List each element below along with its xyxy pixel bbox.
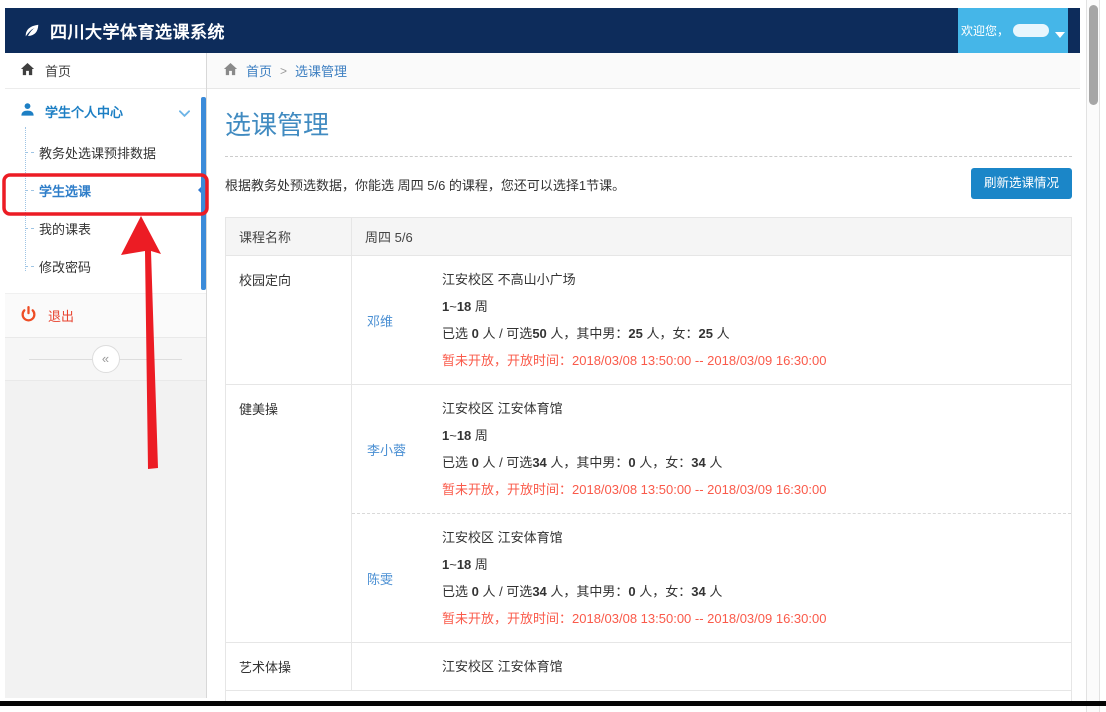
sidebar-item-logout[interactable]: 退出	[5, 293, 206, 337]
session-weeks: 1~18 周	[442, 551, 1071, 578]
brand: 四川大学体育选课系统	[5, 18, 225, 43]
sidebar-subitems: 教务处选课预排数据学生选课我的课表修改密码	[5, 133, 206, 285]
teacher-link[interactable]: 邓维	[367, 311, 393, 330]
session-open-status: 暂未开放，开放时间：2018/03/08 13:50:00 -- 2018/03…	[442, 605, 1071, 632]
main-panel: 首页 > 选课管理 选课管理 根据教务处预选数据，你能选 周四 5/6 的课程，…	[207, 53, 1080, 701]
app-header: 四川大学体育选课系统 欢迎您，	[5, 8, 1080, 53]
table-header-slot: 周四 5/6	[351, 218, 1071, 255]
sidebar-item-active[interactable]: 学生选课	[5, 171, 206, 209]
table-header-course: 课程名称	[226, 218, 351, 255]
session-weeks: 1~18 周	[442, 422, 1071, 449]
sidebar-item[interactable]: 我的课表	[5, 209, 206, 247]
session-open-status: 暂未开放，开放时间：2018/03/08 13:50:00 -- 2018/03…	[442, 347, 1071, 374]
sidebar-item-label: 修改密码	[39, 257, 91, 276]
page-scrollbar-track[interactable]	[1086, 0, 1100, 712]
refresh-selection-button[interactable]: 刷新选课情况	[971, 168, 1072, 199]
sidebar-item-label: 学生选课	[39, 181, 91, 200]
session-open-status: 暂未开放，开放时间：2018/03/08 13:50:00 -- 2018/03…	[442, 476, 1071, 503]
logout-label: 退出	[48, 306, 74, 325]
sidebar-section-student-center[interactable]: 学生个人中心	[5, 89, 206, 133]
course-table: 课程名称 周四 5/6 校园定向邓维江安校区 不高山小广场1~18 周已选 0 …	[225, 217, 1072, 706]
user-icon	[20, 102, 35, 120]
sidebar-item-label: 教务处选课预排数据	[39, 143, 156, 162]
breadcrumb-home-link[interactable]: 首页	[246, 61, 272, 80]
user-name-redacted	[1013, 24, 1049, 37]
breadcrumb-separator: >	[280, 64, 287, 78]
sidebar-section-label: 学生个人中心	[45, 102, 123, 121]
sidebar-collapse-button[interactable]: «	[92, 345, 120, 373]
sidebar-item[interactable]: 教务处选课预排数据	[5, 133, 206, 171]
session-location: 江安校区 江安体育馆	[442, 524, 1071, 551]
breadcrumb: 首页 > 选课管理	[207, 53, 1080, 89]
power-icon	[20, 306, 37, 326]
session-location: 江安校区 江安体育馆	[442, 395, 1071, 422]
course-name: 艺术体操	[226, 643, 351, 690]
teacher-cell: 陈雯	[352, 524, 442, 632]
course-session: 邓维 江安校区 不高山小广场1~18 周已选 0 人 / 可选50 人，其中男：2…	[352, 256, 1071, 384]
session-details: 江安校区 江安体育馆	[442, 653, 1071, 680]
app-title: 四川大学体育选课系统	[50, 18, 225, 43]
page-scrollbar-thumb[interactable]	[1089, 5, 1098, 105]
course-session: 江安校区 江安体育馆	[352, 643, 1071, 690]
course-sessions-cell: 李小蓉江安校区 江安体育馆1~18 周已选 0 人 / 可选34 人，其中男：0…	[351, 385, 1071, 642]
chevron-down-icon	[1055, 32, 1065, 38]
teacher-cell: 邓维	[352, 266, 442, 374]
course-sessions-cell: 邓维 江安校区 不高山小广场1~18 周已选 0 人 / 可选50 人，其中男：2…	[351, 256, 1071, 384]
session-enrollment: 已选 0 人 / 可选34 人，其中男：0 人，女：34 人	[442, 578, 1071, 605]
table-header-row: 课程名称 周四 5/6	[226, 218, 1071, 256]
sidebar-collapse-band: «	[5, 337, 206, 381]
course-session: 陈雯 江安校区 江安体育馆1~18 周已选 0 人 / 可选34 人，其中男：0 …	[352, 513, 1071, 642]
session-location: 江安校区 不高山小广场	[442, 266, 1071, 293]
table-row: 健美操李小蓉江安校区 江安体育馆1~18 周已选 0 人 / 可选34 人，其中…	[226, 385, 1071, 643]
course-sessions-cell: 江安校区 江安体育馆	[351, 643, 1071, 690]
screen-bottom-edge	[0, 701, 1106, 706]
sidebar-item-home[interactable]: 首页	[5, 53, 206, 89]
teacher-cell: 李小蓉	[352, 395, 442, 503]
breadcrumb-current: 选课管理	[295, 61, 347, 80]
course-name: 健美操	[226, 385, 351, 642]
page-title: 选课管理	[225, 105, 1072, 142]
sidebar-scrollbar[interactable]	[201, 97, 206, 290]
session-details: 江安校区 江安体育馆1~18 周已选 0 人 / 可选34 人，其中男：0 人，…	[442, 524, 1071, 632]
session-details: 江安校区 不高山小广场1~18 周已选 0 人 / 可选50 人，其中男：25 …	[442, 266, 1071, 374]
chevron-down-icon	[179, 106, 190, 121]
leaf-logo-icon	[23, 22, 41, 40]
table-row: 艺术体操 江安校区 江安体育馆	[226, 643, 1071, 691]
sidebar-item-label: 首页	[45, 61, 71, 80]
course-session: 李小蓉 江安校区 江安体育馆1~18 周已选 0 人 / 可选34 人，其中男：0…	[352, 385, 1071, 513]
sidebar-item-label: 我的课表	[39, 219, 91, 238]
home-icon	[20, 62, 35, 80]
session-location: 江安校区 江安体育馆	[442, 653, 1071, 680]
teacher-link[interactable]: 陈雯	[367, 569, 393, 588]
course-table-body: 校园定向邓维江安校区 不高山小广场1~18 周已选 0 人 / 可选50 人，其…	[226, 256, 1071, 691]
teacher-link[interactable]: 李小蓉	[367, 440, 406, 459]
sidebar-empty-area	[5, 381, 206, 698]
session-enrollment: 已选 0 人 / 可选34 人，其中男：0 人，女：34 人	[442, 449, 1071, 476]
sidebar-item[interactable]: 修改密码	[5, 247, 206, 285]
user-menu[interactable]: 欢迎您，	[958, 8, 1068, 53]
teacher-cell	[352, 653, 442, 680]
session-details: 江安校区 江安体育馆1~18 周已选 0 人 / 可选34 人，其中男：0 人，…	[442, 395, 1071, 503]
home-icon	[223, 62, 238, 80]
session-enrollment: 已选 0 人 / 可选50 人，其中男：25 人，女：25 人	[442, 320, 1071, 347]
content-area: 选课管理 根据教务处预选数据，你能选 周四 5/6 的课程，您还可以选择1节课。…	[225, 89, 1072, 701]
session-weeks: 1~18 周	[442, 293, 1071, 320]
divider	[225, 156, 1072, 157]
sidebar: 首页 学生个人中心 教务处选课预排数据学生选课我的课表修改密码 退出 «	[5, 53, 207, 698]
sidebar-bottom: 退出 «	[5, 293, 206, 698]
course-name: 校园定向	[226, 256, 351, 384]
welcome-text: 欢迎您，	[961, 22, 1009, 39]
selection-notice: 根据教务处预选数据，你能选 周四 5/6 的课程，您还可以选择1节课。	[225, 178, 625, 193]
table-row: 校园定向邓维 江安校区 不高山小广场1~18 周已选 0 人 / 可选50 人，其…	[226, 256, 1071, 385]
